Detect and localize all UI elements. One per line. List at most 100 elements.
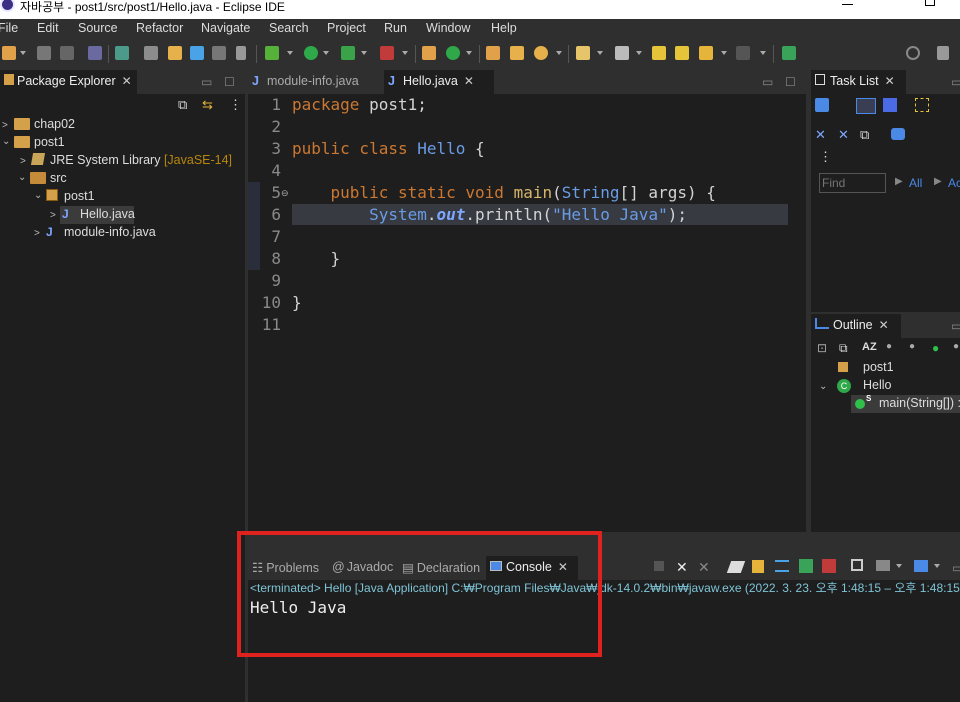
tree-item-hello-java[interactable]: J Hello.java — [62, 207, 135, 221]
hide-local-icon[interactable]: ● — [953, 341, 959, 352]
maximize-view-icon[interactable]: ☐ — [785, 75, 796, 89]
focus-icon[interactable] — [915, 98, 929, 112]
collapse-all-icon[interactable]: ⧉ — [178, 97, 187, 113]
minimize-view-icon[interactable]: ▭ — [951, 319, 960, 333]
menu-project[interactable]: Project — [327, 21, 366, 35]
tree-item-package-post1[interactable]: post1 — [46, 189, 95, 203]
new-class-icon[interactable] — [446, 46, 460, 60]
forward-icon[interactable] — [736, 46, 750, 60]
hide-static-icon[interactable]: ● — [909, 341, 915, 352]
collapse-chevron-icon[interactable]: ⌄ — [2, 136, 10, 147]
tab-package-explorer[interactable]: Package Explorer ✕ — [0, 70, 137, 94]
collapse-chevron-icon[interactable]: ⌄ — [34, 190, 42, 201]
hide-fields-icon[interactable]: ● — [886, 341, 892, 352]
chevron-down-icon[interactable] — [934, 564, 940, 568]
menu-edit[interactable]: Edit — [37, 21, 59, 35]
close-icon[interactable]: ✕ — [464, 74, 474, 88]
tree-item-module-info[interactable]: Jmodule-info.java — [46, 225, 156, 239]
open-type-icon[interactable] — [486, 46, 500, 60]
terminate-icon[interactable] — [654, 561, 664, 571]
code-line-10[interactable]: } — [292, 293, 302, 312]
next-annotation-icon[interactable] — [615, 46, 629, 60]
hide-nonpublic-icon[interactable]: ● — [932, 341, 939, 355]
menu-search[interactable]: Search — [269, 21, 309, 35]
minimize-view-icon[interactable]: ▭ — [951, 75, 960, 89]
code-line-1[interactable]: package post1; — [292, 95, 427, 114]
menu-refactor[interactable]: Refactor — [136, 21, 183, 35]
chevron-down-icon[interactable] — [896, 564, 902, 568]
new-dropdown-icon[interactable] — [20, 51, 26, 55]
tab-module-info[interactable]: Jmodule-info.java — [248, 70, 382, 94]
close-icon[interactable]: ✕ — [879, 318, 889, 332]
show-stdout-icon[interactable] — [799, 559, 813, 573]
remove-launch-icon[interactable]: ✕ — [676, 559, 688, 576]
remove-all-icon[interactable]: ✕ — [698, 559, 710, 576]
minimize-icon[interactable] — [842, 4, 853, 5]
new-java-project-icon[interactable] — [422, 46, 436, 60]
menu-window[interactable]: Window — [426, 21, 470, 35]
code-line-6[interactable]: System.out.println("Hello Java"); — [292, 205, 687, 224]
fold-marker-icon[interactable]: ⊖ — [281, 188, 289, 199]
minimize-view-icon[interactable]: ▭ — [952, 561, 960, 575]
last-edit-icon[interactable] — [652, 46, 666, 60]
tree-item-jre[interactable]: JRE System Library [JavaSE-14] — [30, 153, 232, 167]
tree-item-src[interactable]: src — [30, 171, 67, 185]
code-line-8[interactable]: } — [292, 249, 341, 268]
expand-all-icon[interactable]: ⧉ — [860, 127, 869, 143]
show-stderr-icon[interactable] — [822, 559, 836, 573]
minimize-view-icon[interactable]: ▭ — [762, 75, 773, 89]
repository-icon[interactable] — [891, 128, 905, 140]
collapse-icon[interactable]: ⊡ — [817, 341, 827, 355]
new-icon[interactable] — [2, 46, 16, 60]
menu-navigate[interactable]: Navigate — [201, 21, 250, 35]
expand-icon[interactable]: ⧉ — [839, 341, 848, 356]
toggle-breadcrumb-icon[interactable] — [115, 46, 129, 60]
maximize-icon[interactable] — [925, 0, 935, 6]
annotation-icon[interactable] — [576, 46, 590, 60]
menu-source[interactable]: Source — [78, 21, 118, 35]
categorized-icon[interactable] — [856, 98, 876, 114]
display-console-icon[interactable] — [876, 560, 890, 571]
open-perspective-icon[interactable] — [937, 46, 949, 60]
block-selection-icon[interactable] — [212, 46, 226, 60]
back-icon[interactable] — [699, 46, 713, 60]
word-wrap-icon[interactable] — [190, 46, 204, 60]
collapse-icon[interactable]: ✕ — [815, 127, 826, 143]
scheduled-icon[interactable] — [883, 98, 897, 112]
debug-icon[interactable] — [265, 46, 279, 60]
expand-chevron-icon[interactable]: > — [2, 120, 8, 131]
menu-run[interactable]: Run — [384, 21, 407, 35]
search-icon[interactable] — [906, 46, 920, 60]
open-console-icon[interactable] — [914, 560, 928, 572]
synchronize-icon[interactable]: ✕ — [838, 127, 849, 143]
code-line-5[interactable]: public static void main(String[] args) { — [292, 183, 716, 202]
toggle-mark-icon[interactable] — [144, 46, 158, 60]
expand-chevron-icon[interactable]: > — [20, 156, 26, 167]
perspective-icon[interactable] — [782, 46, 796, 60]
expand-chevron-icon[interactable]: > — [50, 210, 56, 221]
skip-breakpoints-icon[interactable] — [88, 46, 102, 60]
close-icon[interactable]: ✕ — [885, 74, 895, 88]
save-all-icon[interactable] — [60, 46, 74, 60]
view-menu-icon[interactable]: ⋮ — [819, 149, 832, 165]
prev-edit-icon[interactable] — [675, 46, 689, 60]
find-input[interactable] — [819, 173, 886, 193]
code-line-3[interactable]: public class Hello { — [292, 139, 485, 158]
expand-chevron-icon[interactable]: > — [34, 228, 40, 239]
activate-link[interactable]: Ac — [948, 176, 960, 190]
external-tools-icon[interactable] — [380, 46, 394, 60]
run-icon[interactable] — [304, 46, 318, 60]
tab-outline[interactable]: Outline ✕ — [811, 314, 901, 338]
menu-file[interactable]: File — [0, 21, 18, 35]
close-icon[interactable]: ✕ — [122, 74, 132, 88]
search-tool-icon[interactable] — [534, 46, 548, 60]
collapse-chevron-icon[interactable]: ⌄ — [819, 381, 827, 392]
outline-item-post1[interactable]: post1 — [863, 360, 894, 374]
scroll-lock-icon[interactable] — [752, 560, 764, 573]
outline-item-main[interactable]: main(String[]) : — [879, 396, 960, 410]
pin-console-icon[interactable] — [851, 559, 863, 571]
coverage-icon[interactable] — [341, 46, 355, 60]
menu-help[interactable]: Help — [491, 21, 517, 35]
show-whitespace-icon[interactable] — [236, 46, 246, 60]
all-link[interactable]: All — [909, 176, 922, 190]
